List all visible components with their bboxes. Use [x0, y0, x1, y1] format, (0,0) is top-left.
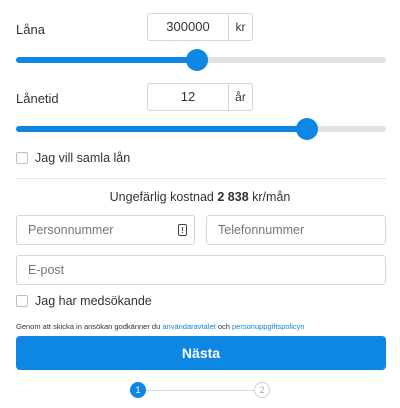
phone-placeholder: Telefonnummer	[218, 223, 305, 237]
loan-amount-group: 300000 kr	[147, 13, 253, 41]
user-agreement-link[interactable]: användaravtalet	[162, 322, 215, 331]
co-applicant-row[interactable]: Jag har medsökande	[16, 294, 152, 308]
loan-term-slider-thumb[interactable]	[295, 118, 318, 140]
loan-amount-unit: kr	[229, 13, 253, 41]
id-card-icon	[178, 224, 187, 236]
terms-prefix: Genom att skicka in ansökan godkänner du	[16, 322, 161, 331]
personal-number-field[interactable]: Personnummer	[16, 215, 195, 245]
loan-term-group: 12 år	[147, 83, 253, 111]
phone-field[interactable]: Telefonnummer	[206, 215, 386, 245]
co-applicant-checkbox[interactable]	[16, 295, 28, 307]
estimated-cost-suffix: kr/mån	[252, 190, 291, 204]
consolidate-loans-row[interactable]: Jag vill samla lån	[16, 151, 130, 165]
next-button[interactable]: Nästa	[16, 336, 386, 370]
privacy-policy-link[interactable]: personuppgiftspolicyn	[232, 322, 305, 331]
loan-amount-label: Låna	[16, 22, 45, 37]
divider	[16, 178, 386, 179]
loan-term-slider[interactable]	[16, 118, 386, 140]
personal-number-placeholder: Personnummer	[28, 223, 114, 237]
step-1-indicator: 1	[130, 382, 146, 398]
email-field[interactable]: E-post	[16, 255, 386, 285]
loan-term-slider-fill	[16, 126, 307, 132]
estimated-cost-prefix: Ungefärlig kostnad	[109, 190, 214, 204]
loan-term-input[interactable]: 12	[147, 83, 229, 111]
consolidate-loans-label: Jag vill samla lån	[35, 151, 131, 165]
loan-amount-slider-fill	[16, 57, 198, 63]
estimated-cost: Ungefärlig kostnad 2 838 kr/mån	[0, 190, 400, 204]
loan-term-label: Lånetid	[16, 91, 59, 106]
consolidate-loans-checkbox[interactable]	[16, 152, 28, 164]
email-placeholder: E-post	[28, 263, 65, 277]
terms-and: och	[217, 322, 230, 331]
terms-text: Genom att skicka in ansökan godkänner du…	[16, 322, 305, 331]
co-applicant-label: Jag har medsökande	[35, 294, 152, 308]
loan-term-unit: år	[229, 83, 253, 111]
loan-amount-slider[interactable]	[16, 49, 386, 71]
step-2-indicator: 2	[254, 382, 270, 398]
loan-amount-input[interactable]: 300000	[147, 13, 229, 41]
loan-amount-slider-thumb[interactable]	[186, 49, 209, 71]
stepper-connector	[146, 390, 256, 391]
estimated-cost-amount: 2 838	[217, 190, 249, 204]
